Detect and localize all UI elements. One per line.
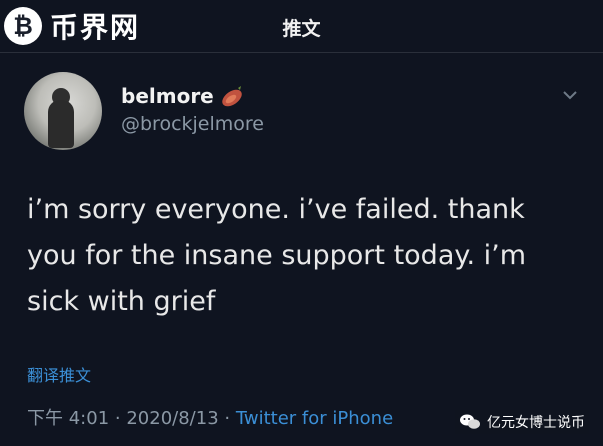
separator: ·	[224, 408, 231, 429]
sweet-potato-emoji-icon	[221, 86, 242, 107]
chevron-down-icon[interactable]	[561, 86, 579, 104]
display-name[interactable]: belmore	[121, 84, 214, 108]
tweet-text-line: i’m sorry everyone. i’ve failed. thank	[27, 194, 525, 225]
tweet-text-line: sick with grief	[27, 286, 216, 317]
page-title: 推文	[282, 18, 321, 40]
tweet-time: 下午 4:01	[27, 408, 110, 429]
wechat-icon	[460, 414, 480, 429]
tweet-source-link[interactable]: Twitter for iPhone	[236, 408, 393, 429]
watermark-text: 亿元女博士说币	[487, 415, 585, 431]
separator: ·	[114, 408, 121, 429]
avatar-figure-body	[48, 100, 74, 148]
top-bar: ₿ 币界网 推文	[0, 0, 603, 53]
author-name-row[interactable]: belmore	[121, 83, 244, 109]
tweet-text: i’m sorry everyone. i’ve failed. thank y…	[27, 187, 587, 325]
tweet-metadata: 下午 4:01 · 2020/8/13 · Twitter for iPhone	[27, 404, 393, 430]
translate-tweet-link[interactable]: 翻译推文	[27, 362, 91, 386]
tweet-date[interactable]: 2020/8/13	[126, 408, 218, 429]
user-handle[interactable]: @brockjelmore	[121, 113, 264, 135]
watermark: 亿元女博士说币	[455, 410, 589, 434]
avatar[interactable]	[24, 72, 102, 150]
tweet-text-line: you for the insane support today. i’m	[27, 240, 527, 271]
